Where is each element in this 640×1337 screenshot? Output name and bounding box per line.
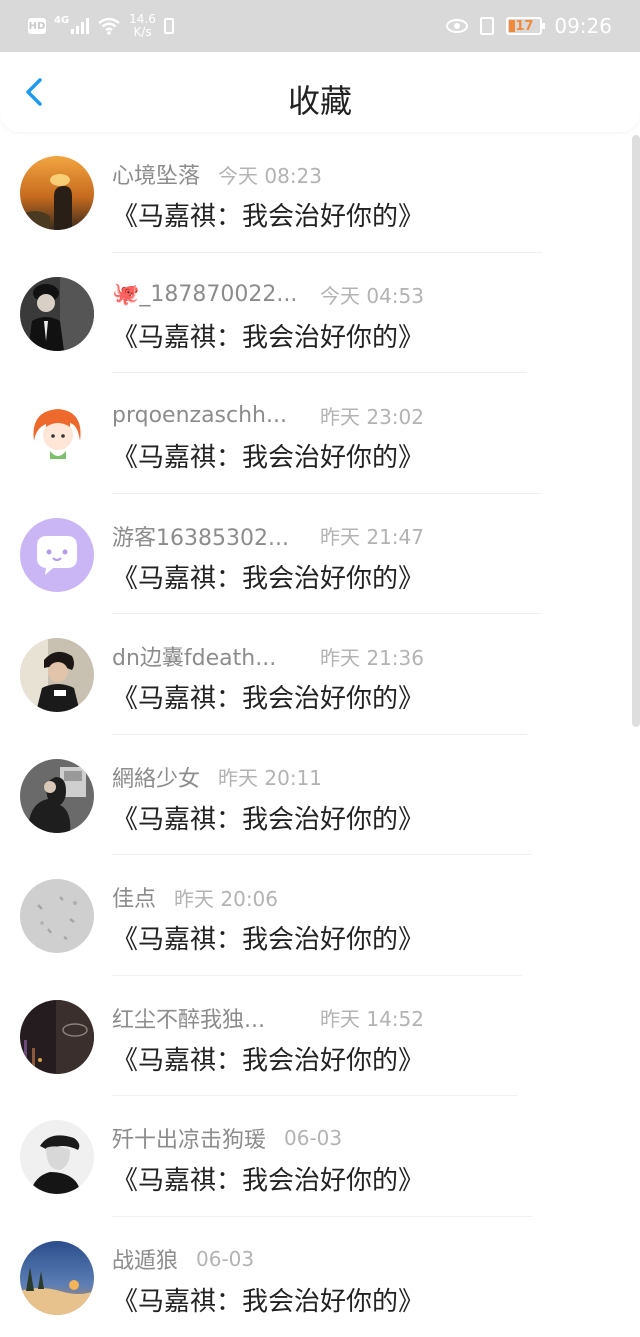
user-name: prqoenzaschh... (112, 403, 302, 428)
list-item[interactable]: 網絡少女 昨天 20:11 《马嘉祺：我会治好你的》 (0, 735, 632, 856)
timestamp: 昨天 21:47 (320, 521, 424, 550)
timestamp: 昨天 14:52 (320, 1003, 424, 1032)
hd-icon: HD (28, 18, 46, 34)
user-name: 網絡少女 (112, 761, 200, 793)
user-name: 歼十出凉击狗瑗 (112, 1122, 266, 1154)
user-name: 游客16385302... (112, 520, 302, 552)
network-type: 4G (54, 15, 69, 26)
favorite-message: 《马嘉祺：我会治好你的》 (112, 317, 424, 354)
timestamp: 昨天 21:36 (320, 642, 424, 671)
battery-saver-icon (164, 18, 174, 34)
list-item[interactable]: 游客16385302... 昨天 21:47 《马嘉祺：我会治好你的》 (0, 494, 632, 615)
avatar[interactable] (20, 759, 94, 833)
favorite-message: 《马嘉祺：我会治好你的》 (112, 1281, 424, 1318)
favorite-message: 《马嘉祺：我会治好你的》 (112, 799, 424, 836)
user-name: 🐙_187870022... (112, 282, 302, 307)
status-bar: HD 4G 14.6 K/s 17 09:26 (0, 0, 640, 52)
user-name: 战遁狼 (112, 1243, 178, 1275)
battery-icon: 17 (506, 17, 542, 35)
network-speed: 14.6 K/s (129, 13, 156, 39)
favorite-message: 《马嘉祺：我会治好你的》 (112, 919, 424, 956)
favorite-message: 《马嘉祺：我会治好你的》 (112, 558, 424, 595)
timestamp: 06-03 (284, 1126, 342, 1150)
favorite-message: 《马嘉祺：我会治好你的》 (112, 196, 424, 233)
list-item[interactable]: prqoenzaschh... 昨天 23:02 《马嘉祺：我会治好你的》 (0, 373, 632, 494)
app-header: 收藏 (0, 52, 640, 132)
favorite-message: 《马嘉祺：我会治好你的》 (112, 1160, 424, 1197)
avatar[interactable] (20, 1000, 94, 1074)
avatar[interactable] (20, 156, 94, 230)
favorites-list: 心境坠落 今天 08:23 《马嘉祺：我会治好你的》 🐙_187870022..… (0, 132, 632, 1337)
avatar[interactable] (20, 277, 94, 351)
clock: 09:26 (554, 14, 612, 38)
user-name: 佳点 (112, 881, 156, 913)
list-item[interactable]: 战遁狼 06-03 《马嘉祺：我会治好你的》 (0, 1217, 632, 1337)
list-item[interactable]: 歼十出凉击狗瑗 06-03 《马嘉祺：我会治好你的》 (0, 1096, 632, 1217)
timestamp: 昨天 20:06 (174, 883, 278, 912)
timestamp: 06-03 (196, 1247, 254, 1271)
timestamp: 今天 08:23 (218, 160, 322, 189)
page-title: 收藏 (0, 76, 640, 122)
battery-level: 17 (515, 19, 533, 34)
avatar[interactable] (20, 638, 94, 712)
user-name: 红尘不醉我独... (112, 1002, 302, 1034)
vibrate-icon (480, 17, 494, 35)
timestamp: 今天 04:53 (320, 280, 424, 309)
avatar[interactable] (20, 397, 94, 471)
user-name: 心境坠落 (112, 158, 200, 190)
favorite-message: 《马嘉祺：我会治好你的》 (112, 437, 424, 474)
list-item[interactable]: 🐙_187870022... 今天 04:53 《马嘉祺：我会治好你的》 (0, 253, 632, 374)
signal-icon (71, 18, 89, 34)
list-item[interactable]: 红尘不醉我独... 昨天 14:52 《马嘉祺：我会治好你的》 (0, 976, 632, 1097)
list-item[interactable]: 佳点 昨天 20:06 《马嘉祺：我会治好你的》 (0, 855, 632, 976)
favorite-message: 《马嘉祺：我会治好你的》 (112, 1040, 424, 1077)
wifi-icon (97, 17, 121, 35)
timestamp: 昨天 20:11 (218, 762, 322, 791)
avatar[interactable] (20, 518, 94, 592)
scrollbar[interactable] (632, 135, 640, 727)
avatar[interactable] (20, 1241, 94, 1315)
user-name: dn边囊fdeath... (112, 640, 302, 672)
list-item[interactable]: dn边囊fdeath... 昨天 21:36 《马嘉祺：我会治好你的》 (0, 614, 632, 735)
timestamp: 昨天 23:02 (320, 401, 424, 430)
list-item[interactable]: 心境坠落 今天 08:23 《马嘉祺：我会治好你的》 (0, 132, 632, 253)
avatar[interactable] (20, 1120, 94, 1194)
favorite-message: 《马嘉祺：我会治好你的》 (112, 678, 424, 715)
eye-comfort-icon (446, 19, 468, 33)
avatar[interactable] (20, 879, 94, 953)
